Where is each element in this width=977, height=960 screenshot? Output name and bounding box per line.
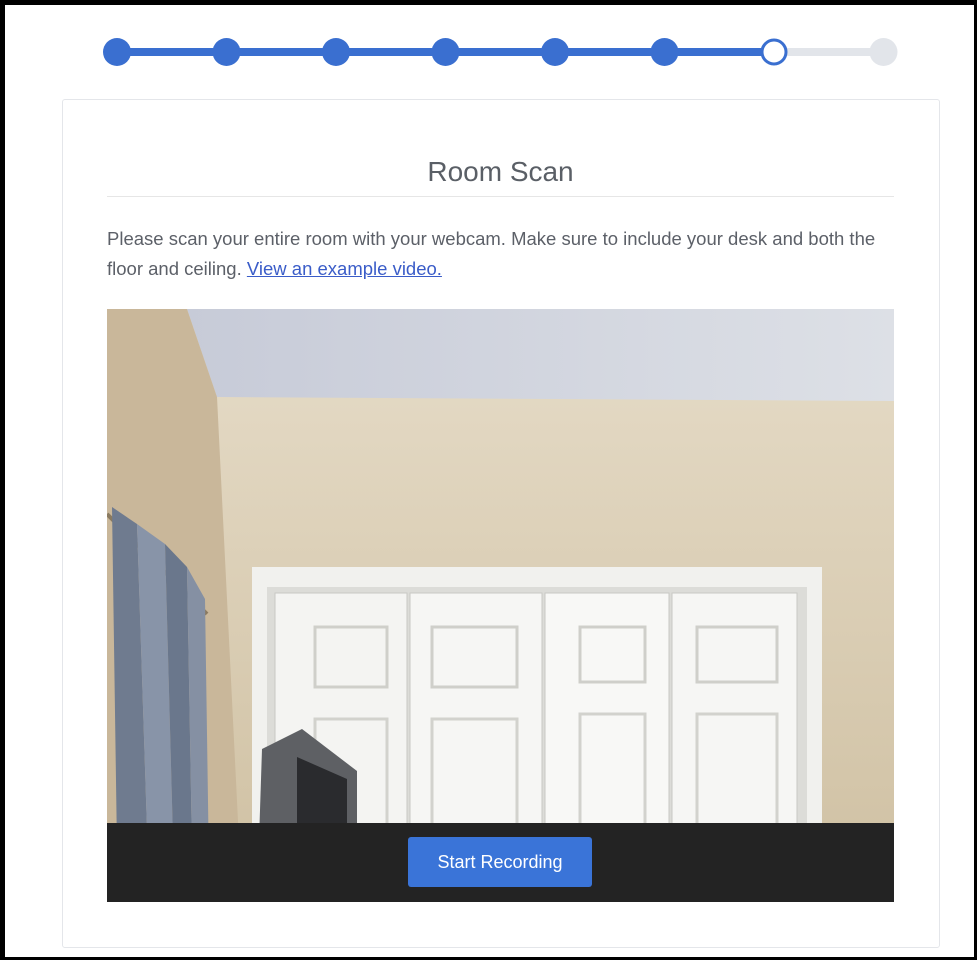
instructions-text: Please scan your entire room with your w…: [107, 224, 897, 284]
step-complete-dot: [103, 38, 131, 66]
step-current-dot: [760, 38, 788, 66]
step-pending-dot: [869, 38, 898, 66]
step-complete-dot: [650, 38, 679, 66]
title-divider: [107, 196, 894, 197]
example-video-link[interactable]: View an example video.: [247, 258, 442, 279]
progress-stepper: [0, 0, 977, 100]
step-complete-dot: [431, 38, 460, 66]
page-title: Room Scan: [427, 156, 574, 187]
progress-stepper-graphic: [103, 38, 898, 66]
webcam-preview: Start Recording: [107, 309, 894, 902]
instructions-body: Please scan your entire room with your w…: [107, 228, 876, 279]
webcam-feed-image: [107, 309, 894, 902]
step-complete-dot: [322, 38, 350, 66]
step-complete-dot: [212, 38, 241, 66]
step-complete-dot: [541, 38, 569, 66]
start-recording-button[interactable]: Start Recording: [408, 837, 592, 887]
recording-controls-bar: Start Recording: [107, 823, 894, 902]
